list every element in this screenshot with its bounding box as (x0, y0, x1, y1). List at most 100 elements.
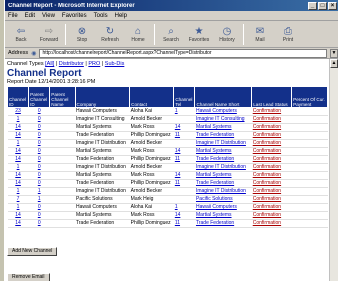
table-cell-link[interactable]: 14 (7, 211, 29, 220)
table-cell-link[interactable]: Confirmation (251, 195, 292, 204)
menu-item-tools[interactable]: Tools (94, 13, 108, 19)
table-cell-link[interactable]: 14 (7, 155, 29, 164)
column-header[interactable]: Percent Of Cur. Payment (291, 86, 328, 108)
table-cell-link[interactable]: Confirmation (251, 203, 292, 212)
toolbar-refresh-button[interactable]: ↻ Refresh (96, 22, 124, 47)
table-cell-link[interactable]: 11 (173, 219, 195, 228)
table-cell-link[interactable]: 0 (28, 219, 50, 228)
breadcrumb-link[interactable]: Distributor (59, 61, 84, 67)
toolbar-forward-button[interactable]: ⇨ Forward (35, 22, 63, 47)
table-cell-link[interactable]: 0 (28, 179, 50, 188)
column-header[interactable]: Parent Channel ID (28, 86, 51, 108)
table-cell-link[interactable]: Trade Federation (194, 219, 252, 228)
toolbar-stop-button[interactable]: ⊗ Stop (68, 22, 96, 47)
maximize-icon[interactable]: □ (318, 1, 327, 10)
menu-item-file[interactable]: File (8, 13, 18, 19)
table-cell-link[interactable]: 0 (28, 115, 50, 124)
table-cell-link[interactable]: 14 (7, 179, 29, 188)
table-cell-link[interactable]: 1 (28, 187, 50, 196)
scroll-up-icon[interactable]: ▲ (330, 59, 338, 68)
table-cell-link[interactable]: 0 (28, 163, 50, 172)
address-input[interactable]: http://localhost/channelreport/ChannelRe… (39, 48, 327, 58)
table-cell-link[interactable]: 14 (173, 211, 195, 220)
table-cell-link[interactable]: Imagine IT Distribution (194, 163, 252, 172)
menu-item-favorites[interactable]: Favorites (62, 13, 87, 19)
table-cell-link[interactable]: 1 (7, 163, 29, 172)
toolbar-history-button[interactable]: ◷ History (213, 22, 241, 47)
table-cell-link[interactable]: Imagine IT Consulting (194, 115, 252, 124)
close-icon[interactable]: × (328, 1, 337, 10)
table-cell-link[interactable]: 14 (7, 123, 29, 132)
breadcrumb-link[interactable]: Sub-Dis (105, 61, 125, 67)
table-cell-link[interactable]: Hawaii Computers (194, 203, 252, 212)
table-cell-link[interactable]: Trade Federation (194, 155, 252, 164)
column-header[interactable]: Contact (129, 86, 175, 108)
table-cell-link[interactable]: 1 (7, 187, 29, 196)
table-cell-link[interactable]: 23 (7, 107, 29, 116)
table-cell-link[interactable]: Martial Systems (194, 171, 252, 180)
menu-item-view[interactable]: View (42, 13, 55, 19)
breadcrumb-all-link[interactable]: [All] (45, 61, 54, 67)
remove-email-button[interactable]: Remove Email (7, 273, 50, 281)
table-cell-link[interactable]: 7 (7, 195, 29, 204)
table-cell-link[interactable]: Hawaii Computers (194, 107, 252, 116)
table-cell-link[interactable]: 14 (173, 123, 195, 132)
table-cell-link[interactable]: 0 (28, 171, 50, 180)
menu-item-help[interactable]: Help (115, 13, 127, 19)
table-cell-link[interactable]: Confirmation (251, 219, 292, 228)
table-cell-link[interactable]: Martial Systems (194, 211, 252, 220)
table-cell-link[interactable]: 0 (28, 107, 50, 116)
vertical-scrollbar[interactable]: ▲ (329, 59, 338, 281)
menu-item-edit[interactable]: Edit (25, 13, 35, 19)
table-cell-link[interactable]: Confirmation (251, 163, 292, 172)
table-cell-link[interactable]: 14 (7, 171, 29, 180)
table-cell-link[interactable]: Imagine IT Distribution (194, 187, 252, 196)
breadcrumb-link[interactable]: PRO (88, 61, 100, 67)
table-cell-link[interactable]: 14 (173, 171, 195, 180)
table-cell-link[interactable]: 1 (173, 203, 195, 212)
table-cell-link[interactable]: Imagine IT Distribution (194, 139, 252, 148)
table-cell-link[interactable]: 14 (173, 147, 195, 156)
table-cell-link[interactable]: 0 (28, 147, 50, 156)
column-header[interactable]: Channel Tel (173, 86, 196, 108)
table-cell-link[interactable]: 0 (28, 211, 50, 220)
table-cell-link[interactable]: 14 (7, 219, 29, 228)
table-cell-link[interactable]: 14 (7, 131, 29, 140)
column-header[interactable]: Last Lead Status (251, 86, 293, 108)
table-cell-link[interactable]: Pacific Solutions (194, 195, 252, 204)
column-header[interactable]: Channel ID (6, 86, 30, 108)
toolbar-back-button[interactable]: ⇦ Back (7, 22, 35, 47)
table-cell-link[interactable]: 0 (28, 123, 50, 132)
table-cell-link[interactable]: Confirmation (251, 107, 292, 116)
table-cell-link[interactable]: 1 (7, 139, 29, 148)
toolbar-search-button[interactable]: ⌕ Search (157, 22, 185, 47)
table-cell-link[interactable]: Confirmation (251, 147, 292, 156)
toolbar-mail-button[interactable]: ✉ Mail (246, 22, 274, 47)
column-header[interactable]: Parent Channel Name (49, 86, 76, 108)
column-header[interactable]: Channel Name Short (194, 86, 253, 108)
table-cell-link[interactable]: Confirmation (251, 187, 292, 196)
column-header[interactable]: Company (74, 86, 131, 108)
table-cell-link[interactable]: Confirmation (251, 211, 292, 220)
toolbar-favorites-button[interactable]: ★ Favorites (185, 22, 213, 47)
toolbar-home-button[interactable]: ⌂ Home (124, 22, 152, 47)
table-cell-link[interactable]: Confirmation (251, 139, 292, 148)
minimize-icon[interactable]: _ (308, 1, 317, 10)
table-cell-link[interactable]: 1 (7, 203, 29, 212)
table-cell-link[interactable]: 0 (28, 203, 50, 212)
address-dropdown-icon[interactable]: ▼ (330, 48, 338, 58)
table-cell-link[interactable]: Trade Federation (194, 179, 252, 188)
table-cell-link[interactable]: Confirmation (251, 115, 292, 124)
table-cell-link[interactable]: Confirmation (251, 123, 292, 132)
table-cell-link[interactable]: 14 (7, 147, 29, 156)
table-cell-link[interactable]: Trade Federation (194, 131, 252, 140)
table-cell-link[interactable]: Confirmation (251, 179, 292, 188)
table-cell-link[interactable]: Confirmation (251, 131, 292, 140)
table-cell-link[interactable]: 11 (173, 131, 195, 140)
table-cell-link[interactable]: Confirmation (251, 171, 292, 180)
add-new-channel-button[interactable]: Add New Channel (7, 247, 58, 256)
table-cell-link[interactable]: 11 (173, 155, 195, 164)
table-cell-link[interactable]: 0 (28, 139, 50, 148)
table-cell-link[interactable]: Martial Systems (194, 147, 252, 156)
table-cell-link[interactable]: Martial Systems (194, 123, 252, 132)
